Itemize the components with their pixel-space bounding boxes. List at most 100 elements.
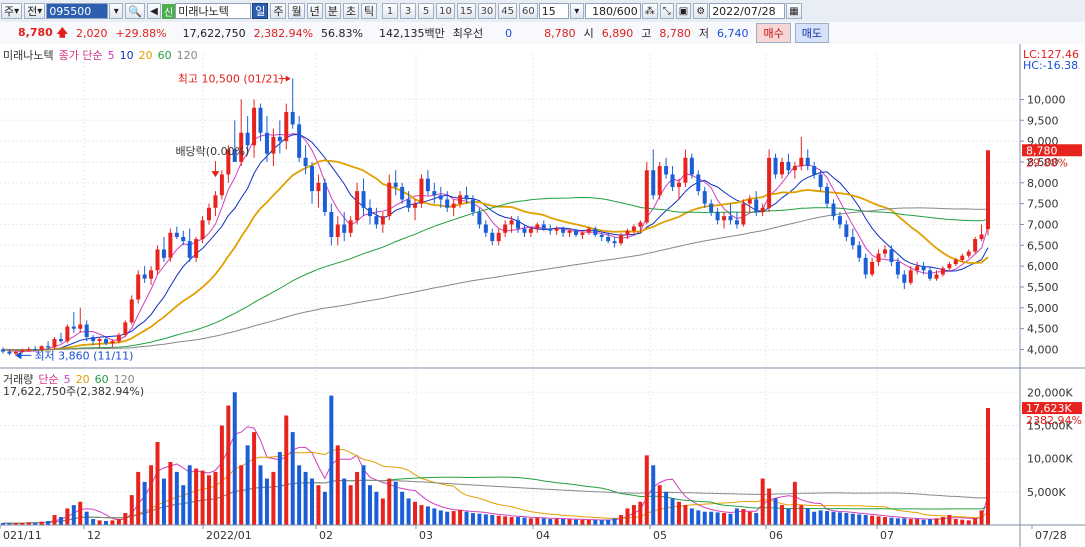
period-tab-3[interactable]: 년 bbox=[306, 3, 323, 19]
interval-tab-1[interactable]: 1 bbox=[382, 3, 399, 19]
volume-bar bbox=[915, 519, 920, 525]
volume-bar bbox=[567, 519, 572, 525]
chevron-down-icon: ▾ bbox=[574, 5, 580, 17]
volume-bar bbox=[136, 471, 141, 525]
zoom-button[interactable]: ⤡ bbox=[659, 3, 674, 19]
legend-entry: 20 bbox=[139, 49, 153, 62]
volume-bar bbox=[619, 515, 624, 525]
volume-bar bbox=[689, 508, 694, 525]
volume-bar bbox=[947, 515, 952, 525]
candle-up bbox=[496, 232, 501, 242]
date-tick-label: 03 bbox=[419, 529, 433, 542]
candle-down bbox=[754, 199, 759, 212]
volume-bar bbox=[91, 519, 96, 525]
volume-bar bbox=[200, 470, 205, 525]
candle-up bbox=[387, 182, 392, 217]
interval-tab-10[interactable]: 10 bbox=[436, 3, 455, 19]
volume-bar bbox=[625, 508, 630, 525]
settings-button[interactable]: ⚙ bbox=[693, 3, 709, 19]
candle-down bbox=[445, 199, 450, 208]
volume-bar bbox=[940, 517, 945, 525]
date-field[interactable]: 2022/07/28 bbox=[709, 3, 786, 19]
candle-down bbox=[837, 216, 842, 225]
volume-bar bbox=[554, 518, 559, 525]
volume-bar bbox=[593, 520, 598, 525]
volume-bar bbox=[303, 471, 308, 525]
period-tab-5[interactable]: 초 bbox=[342, 3, 359, 19]
toolbar: 주 ▾ 전 ▾ 095500 ▾ 🔍 ◀ 신 미래나노텍 일주월년분초틱 135… bbox=[0, 0, 1085, 23]
candle-down bbox=[71, 326, 76, 329]
interval-select[interactable]: 15 bbox=[538, 3, 569, 19]
candle-up bbox=[580, 232, 585, 235]
market-select[interactable]: 주 ▾ bbox=[1, 3, 23, 19]
candle-down bbox=[606, 236, 611, 242]
volume-bar bbox=[509, 517, 514, 525]
candle-down bbox=[902, 274, 907, 283]
volume-bar bbox=[419, 505, 424, 525]
period-tab-1[interactable]: 주 bbox=[270, 3, 287, 19]
volume-bar bbox=[760, 478, 765, 525]
search-button[interactable]: 🔍 bbox=[125, 3, 146, 19]
prev-select[interactable]: 전 ▾ bbox=[24, 3, 46, 19]
stock-chart[interactable]: 10,0009,5009,0008,5008,0007,5007,0006,50… bbox=[0, 44, 1085, 547]
candle-down bbox=[612, 241, 617, 244]
candle-down bbox=[490, 232, 495, 242]
candle-up bbox=[760, 207, 765, 212]
volume-bar bbox=[322, 491, 327, 525]
candle-down bbox=[367, 207, 372, 217]
interval-tab-60[interactable]: 60 bbox=[519, 3, 538, 19]
candle-up bbox=[509, 220, 514, 225]
candle-up bbox=[960, 255, 965, 260]
calendar-button[interactable]: ▦ bbox=[786, 3, 802, 19]
volume-bar bbox=[116, 519, 121, 525]
volume-bar bbox=[586, 519, 591, 525]
date-tick-label: 07/28 bbox=[1035, 529, 1067, 542]
gear-icon: ⚙ bbox=[696, 5, 706, 17]
candle-up bbox=[78, 324, 83, 329]
volume-bar bbox=[367, 485, 372, 525]
volume-bar bbox=[973, 518, 978, 525]
indicator-button[interactable]: ⁂ bbox=[641, 3, 658, 19]
prev-stock-button[interactable]: ◀ bbox=[147, 3, 162, 19]
interval-tab-30[interactable]: 30 bbox=[477, 3, 497, 19]
count-field[interactable]: 180/600 bbox=[584, 3, 641, 19]
period-tab-2[interactable]: 월 bbox=[288, 3, 305, 19]
volume-bar bbox=[934, 518, 939, 525]
candle-up bbox=[219, 174, 224, 196]
candle-down bbox=[825, 186, 830, 204]
stock-code-input[interactable]: 095500 bbox=[46, 3, 109, 19]
candle-down bbox=[361, 191, 366, 208]
interval-tab-45[interactable]: 45 bbox=[498, 3, 518, 19]
volume-bar bbox=[239, 465, 244, 525]
candle-down bbox=[734, 220, 739, 225]
volume-bar bbox=[870, 515, 875, 525]
volume-bar bbox=[805, 508, 810, 525]
interval-tab-15[interactable]: 15 bbox=[456, 3, 476, 19]
interval-tab-5[interactable]: 5 bbox=[418, 3, 435, 19]
interval-dropdown-button[interactable]: ▾ bbox=[569, 3, 584, 19]
period-tab-4[interactable]: 분 bbox=[324, 3, 341, 19]
candle-up bbox=[52, 339, 57, 348]
interval-tab-3[interactable]: 3 bbox=[400, 3, 417, 19]
trade-amount: 142,135백만 bbox=[379, 27, 445, 40]
period-tab-0[interactable]: 일 bbox=[252, 3, 269, 19]
candle-up bbox=[252, 107, 257, 146]
save-button[interactable]: ▣ bbox=[675, 3, 692, 19]
sell-button[interactable]: 매도 bbox=[794, 23, 829, 43]
volume-bar bbox=[741, 509, 746, 525]
best-bid-label: 최우선 bbox=[452, 27, 484, 40]
volume-bar bbox=[400, 491, 405, 525]
volume-bar bbox=[232, 392, 237, 525]
stock-name-field: 미래나노텍 bbox=[175, 3, 252, 19]
period-tab-6[interactable]: 틱 bbox=[360, 3, 378, 19]
candle-down bbox=[696, 174, 701, 192]
volume-bar bbox=[696, 510, 701, 525]
code-dropdown-button[interactable]: ▾ bbox=[109, 3, 124, 19]
volume-bar bbox=[451, 511, 456, 525]
volume-bar bbox=[290, 432, 295, 525]
candle-down bbox=[7, 351, 12, 354]
volume: 17,622,750 bbox=[182, 26, 246, 40]
date-tick-label: 02 bbox=[319, 529, 333, 542]
volume-bar bbox=[71, 505, 76, 525]
buy-button[interactable]: 매수 bbox=[756, 23, 791, 43]
